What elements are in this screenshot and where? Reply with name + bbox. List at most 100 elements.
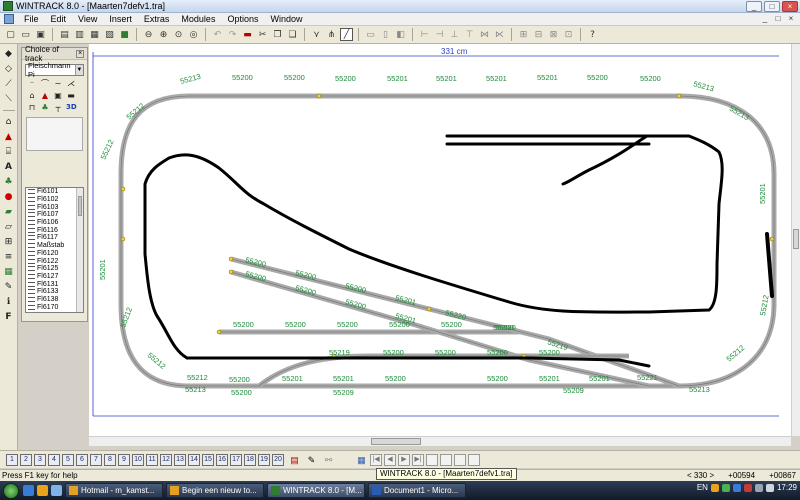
layer-tool-icon[interactable]: ▱ [2, 221, 15, 233]
track-tool-icon[interactable]: ◆ [2, 48, 15, 60]
panel-close-icon[interactable]: × [76, 49, 84, 58]
tray-icon[interactable] [743, 483, 752, 492]
clock[interactable]: 17:29 [777, 483, 797, 492]
color-tool-icon[interactable]: ● [2, 191, 15, 203]
module-tab-2[interactable]: 2 [20, 453, 32, 466]
print-preview-icon[interactable]: ▤ [58, 28, 71, 41]
split-icon[interactable]: ⊥ [448, 28, 461, 41]
module-tab-12[interactable]: 12 [160, 453, 172, 466]
module-layer-icon[interactable]: ▤ [288, 454, 301, 466]
bridge-icon[interactable]: ⊓ [27, 103, 37, 112]
label-tool-icon[interactable]: ⌸ [2, 146, 15, 158]
zoom-window-icon[interactable]: ◎ [187, 28, 200, 41]
platform-icon[interactable]: ▬ [66, 91, 76, 100]
list-item[interactable]: Fl6170 [26, 303, 83, 311]
copy-icon[interactable]: ▦ [88, 28, 101, 41]
help-icon[interactable]: ? [586, 28, 599, 41]
cut-icon[interactable]: ✂ [256, 28, 269, 41]
taskbar-button-hotmail[interactable]: Hotmail - m_kamst... [65, 483, 163, 498]
menu-options[interactable]: Options [221, 14, 264, 24]
house-icon[interactable]: ▲ [40, 91, 50, 100]
module-tab-17[interactable]: 17 [230, 453, 242, 466]
zoom-out-icon[interactable]: ⊖ [142, 28, 155, 41]
diagonal-tool-icon[interactable]: ⟍ [2, 93, 15, 105]
manufacturer-select[interactable]: Fleischmann Pi ▼ [25, 61, 84, 79]
flex-track-icon[interactable]: ∼ [53, 79, 63, 88]
signal-icon[interactable]: ┬ [53, 103, 63, 112]
list-item[interactable]: Fl6122 [26, 257, 83, 265]
module-nav-extra4[interactable] [468, 453, 480, 466]
track-icon[interactable]: ⋉ [493, 28, 506, 41]
paste2-icon[interactable]: ❏ [286, 28, 299, 41]
track-plan-drawing[interactable]: 331 cm 55200 55200 55200 55201 55201 552… [89, 44, 791, 436]
new-icon[interactable]: ▢ [4, 28, 17, 41]
zoom-in-icon[interactable]: ⊕ [157, 28, 170, 41]
road-tool-icon[interactable]: ≡ [2, 251, 15, 263]
delete-icon[interactable]: ▬ [241, 28, 254, 41]
list-item[interactable]: Fl6120 [26, 250, 83, 258]
module-tab-14[interactable]: 14 [188, 453, 200, 466]
list-item[interactable]: Maßstab [26, 242, 83, 250]
module-nav-last[interactable]: ▶| [412, 453, 424, 466]
list-item[interactable]: Fl6133 [26, 288, 83, 296]
list-item[interactable]: Fl6131 [26, 280, 83, 288]
module-tab-15[interactable]: 15 [202, 453, 214, 466]
module-tab-18[interactable]: 18 [244, 453, 256, 466]
module-tab-13[interactable]: 13 [174, 453, 186, 466]
quick-launch-icon[interactable] [23, 485, 34, 496]
switch-track-icon[interactable]: ⋌ [66, 79, 76, 88]
taskbar-button-topic[interactable]: Begin een nieuw to... [166, 483, 264, 498]
line-icon[interactable]: ╱ [340, 28, 353, 41]
module-tab-6[interactable]: 6 [76, 453, 88, 466]
paste-icon[interactable]: ▧ [103, 28, 116, 41]
list-item[interactable]: Fl6125 [26, 265, 83, 273]
module-tab-16[interactable]: 16 [216, 453, 228, 466]
straight-track-icon[interactable]: ⁻ [27, 79, 37, 88]
text-tool-icon[interactable]: A [2, 161, 15, 173]
tray-icon[interactable] [754, 483, 763, 492]
menu-extras[interactable]: Extras [138, 14, 176, 24]
tree-icon[interactable]: ♣ [40, 103, 50, 112]
tray-icon[interactable] [721, 483, 730, 492]
flip-icon[interactable]: ◧ [394, 28, 407, 41]
menu-edit[interactable]: Edit [45, 14, 73, 24]
scroll-thumb[interactable] [793, 229, 799, 249]
curve-tool-icon[interactable]: ◇ [2, 63, 15, 75]
info-tool-icon[interactable]: ℹ [2, 296, 15, 308]
taskbar-button-word[interactable]: Document1 - Micro... [368, 483, 466, 498]
rotate-icon[interactable]: ▯ [379, 28, 392, 41]
module-nav-prev[interactable]: ◀ [384, 453, 396, 466]
language-indicator[interactable]: EN [697, 483, 708, 492]
curved-track-icon[interactable]: ⌒ [40, 79, 50, 88]
font-tool-icon[interactable]: F [2, 311, 15, 323]
minimize-button[interactable]: _ [746, 1, 762, 12]
quick-launch-icon[interactable] [51, 485, 62, 496]
list-item[interactable]: Fl6106 [26, 219, 83, 227]
module-nav-first[interactable]: |◀ [370, 453, 382, 466]
module-stack-icon[interactable]: ▦ [355, 454, 368, 466]
maximize-button[interactable]: □ [764, 1, 780, 12]
menu-modules[interactable]: Modules [175, 14, 221, 24]
measure-icon[interactable]: ⊤ [463, 28, 476, 41]
module-tab-4[interactable]: 4 [48, 453, 60, 466]
module-nav-extra2[interactable] [440, 453, 452, 466]
building-tool-icon[interactable]: ⌂ [2, 116, 15, 128]
module-nav-extra1[interactable] [426, 453, 438, 466]
select-icon[interactable]: ⋎ [310, 28, 323, 41]
copy2-icon[interactable]: ❐ [271, 28, 284, 41]
module-nav-extra3[interactable] [454, 453, 466, 466]
menu-view[interactable]: View [72, 14, 103, 24]
module-link-icon[interactable]: ⚯ [322, 454, 335, 466]
edit-tool-icon[interactable]: ✎ [2, 281, 15, 293]
menu-insert[interactable]: Insert [103, 14, 138, 24]
vertical-scrollbar[interactable] [791, 44, 800, 436]
tree-tool-icon[interactable]: ♣ [2, 176, 15, 188]
module-tab-8[interactable]: 8 [104, 453, 116, 466]
doc-restore-button[interactable]: □ [773, 14, 783, 24]
list-item[interactable]: Fl6138 [26, 296, 83, 304]
grid-icon[interactable]: ⊞ [517, 28, 530, 41]
layer-icon[interactable]: ■ [118, 28, 131, 41]
document-icon[interactable] [4, 14, 14, 24]
module-tab-10[interactable]: 10 [132, 453, 144, 466]
open-icon[interactable]: ▭ [19, 28, 32, 41]
